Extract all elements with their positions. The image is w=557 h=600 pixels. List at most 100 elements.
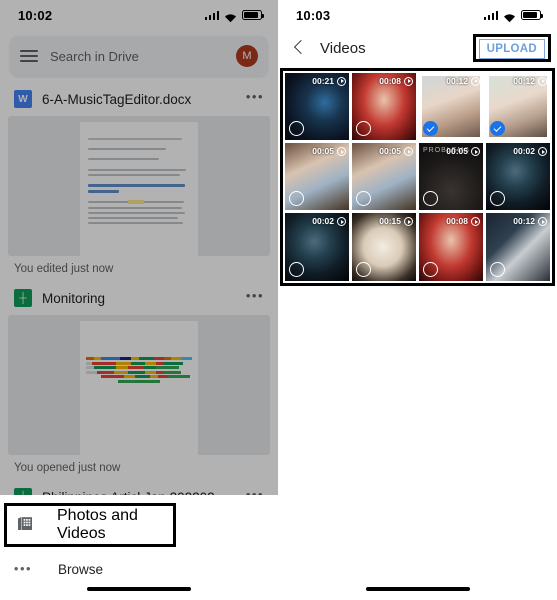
status-bar-right: 10:03 (278, 0, 557, 30)
video-duration: 00:21 (312, 76, 346, 86)
video-thumbnail[interactable]: 00:12 (486, 73, 550, 141)
play-icon (471, 76, 480, 86)
file-subtitle: You edited just now (14, 263, 114, 275)
status-icons (483, 10, 543, 23)
video-duration: 00:08 (446, 216, 480, 226)
document-preview (80, 122, 198, 256)
video-duration-label: 00:21 (312, 76, 334, 86)
video-duration-label: 00:05 (446, 146, 468, 157)
wifi-icon (503, 10, 516, 23)
video-thumbnail[interactable]: 00:05 (352, 143, 416, 211)
play-icon (471, 216, 480, 226)
picker-navbar: Videos UPLOAD (278, 30, 557, 66)
video-grid[interactable]: 00:21 00:08 00:12 00:12 00:05 00:05 PROBLEMS 00… (285, 73, 550, 281)
play-icon (337, 76, 346, 86)
file-name: Monitoring (42, 290, 106, 306)
video-thumbnail[interactable]: 00:02 (285, 213, 349, 281)
wifi-icon (224, 10, 237, 23)
upload-button[interactable]: UPLOAD (478, 39, 545, 59)
file-card-header: W 6-A-MusicTagEditor.docx ••• (8, 86, 270, 116)
file-name: 6-A-MusicTagEditor.docx (42, 91, 192, 107)
video-duration-label: 00:02 (312, 216, 334, 227)
play-icon (538, 216, 547, 226)
video-thumbnail[interactable]: 00:12 (419, 73, 483, 141)
video-thumbnail[interactable]: 00:15 (352, 213, 416, 281)
status-time: 10:02 (18, 7, 53, 23)
battery-icon (521, 10, 543, 20)
video-duration-label: 00:08 (379, 76, 401, 86)
home-indicator-left (87, 587, 191, 591)
selection-circle-icon[interactable] (289, 261, 304, 277)
play-icon (538, 76, 547, 86)
drive-panel: 10:02 Search in Drive M W 6-A-MusicTagEd… (0, 0, 278, 600)
video-thumbnail[interactable]: 00:08 (352, 73, 416, 141)
search-input[interactable]: Search in Drive (50, 49, 224, 64)
file-card-header: ┼ Monitoring ••• (8, 285, 270, 315)
file-thumbnail (8, 116, 270, 256)
video-duration-label: 00:12 (446, 76, 468, 86)
file-card-sheet[interactable]: ┼ Monitoring ••• You opened just now (8, 285, 270, 474)
upload-button-highlight: UPLOAD (472, 34, 551, 62)
video-duration-label: 00:02 (513, 146, 535, 157)
play-icon (337, 146, 346, 156)
video-duration: 00:02 (513, 146, 547, 156)
video-duration: 00:15 (379, 216, 413, 226)
photo-library-icon (15, 513, 35, 538)
file-subtitle: You opened just now (14, 462, 121, 474)
spreadsheet-preview (80, 321, 198, 455)
back-chevron-icon[interactable] (292, 41, 306, 55)
file-card-doc[interactable]: W 6-A-MusicTagEditor.docx ••• You edited… (8, 86, 270, 275)
sheet-item-label: Photos and Videos (57, 507, 138, 542)
selection-circle-icon[interactable] (356, 261, 371, 277)
play-icon (538, 146, 547, 156)
video-duration-label: 00:12 (513, 76, 535, 86)
video-thumbnail[interactable]: 00:05 (285, 143, 349, 211)
play-icon (337, 216, 346, 226)
video-duration-label: 00:08 (446, 216, 468, 227)
video-grid-highlight: 00:21 00:08 00:12 00:12 00:05 00:05 PROBLEMS 00… (280, 68, 555, 286)
selection-circle-icon[interactable] (423, 261, 438, 277)
page-title: Videos (320, 39, 366, 57)
home-indicator-right (365, 587, 470, 591)
hamburger-menu-icon[interactable] (20, 50, 38, 62)
cellular-signal-icon (483, 10, 498, 20)
selection-circle-icon[interactable] (490, 261, 505, 277)
avatar[interactable]: M (236, 45, 258, 67)
battery-icon (242, 10, 264, 20)
video-thumbnail[interactable]: 00:21 (285, 73, 349, 141)
google-sheets-icon: ┼ (14, 289, 32, 307)
status-time: 10:03 (296, 7, 331, 23)
more-horizontal-icon: ••• (13, 561, 33, 576)
video-thumbnail[interactable]: PROBLEMS 00:05 (419, 143, 483, 211)
more-options-icon[interactable]: ••• (246, 90, 264, 105)
video-duration-label: 00:12 (513, 216, 535, 227)
video-duration: 00:12 (446, 76, 480, 86)
video-duration-label: 00:05 (379, 146, 401, 157)
video-duration: 00:12 (513, 76, 547, 86)
play-icon (471, 146, 480, 156)
video-duration: 00:05 (312, 146, 346, 156)
play-icon (404, 146, 413, 156)
more-options-icon[interactable]: ••• (246, 289, 264, 304)
video-thumbnail[interactable]: 00:02 (486, 143, 550, 211)
sheet-item-browse[interactable]: ••• Browse (0, 547, 278, 591)
sheet-item-label: Browse (58, 561, 104, 577)
video-thumbnail[interactable]: 00:12 (486, 213, 550, 281)
video-duration: 00:12 (513, 216, 547, 226)
video-duration: 00:05 (379, 146, 413, 156)
video-duration: 00:08 (379, 76, 413, 86)
search-bar[interactable]: Search in Drive M (10, 36, 268, 76)
video-thumbnail[interactable]: 00:08 (419, 213, 483, 281)
word-doc-icon: W (14, 90, 32, 108)
file-thumbnail (8, 315, 270, 455)
video-duration: 00:02 (312, 216, 346, 226)
video-duration-label: 00:05 (312, 146, 334, 157)
video-duration-label: 00:15 (379, 216, 401, 227)
play-icon (404, 216, 413, 226)
attachment-source-sheet: ••• Browse Photos and Videos (0, 495, 278, 600)
video-duration: 00:05 (446, 146, 480, 156)
cellular-signal-icon (204, 10, 219, 20)
play-icon (404, 76, 413, 86)
photo-picker-panel: 10:03 Videos UPLOAD 00:21 00:08 00:12 00:12… (278, 0, 557, 600)
sheet-item-photos-and-videos[interactable]: Photos and Videos (4, 503, 176, 547)
